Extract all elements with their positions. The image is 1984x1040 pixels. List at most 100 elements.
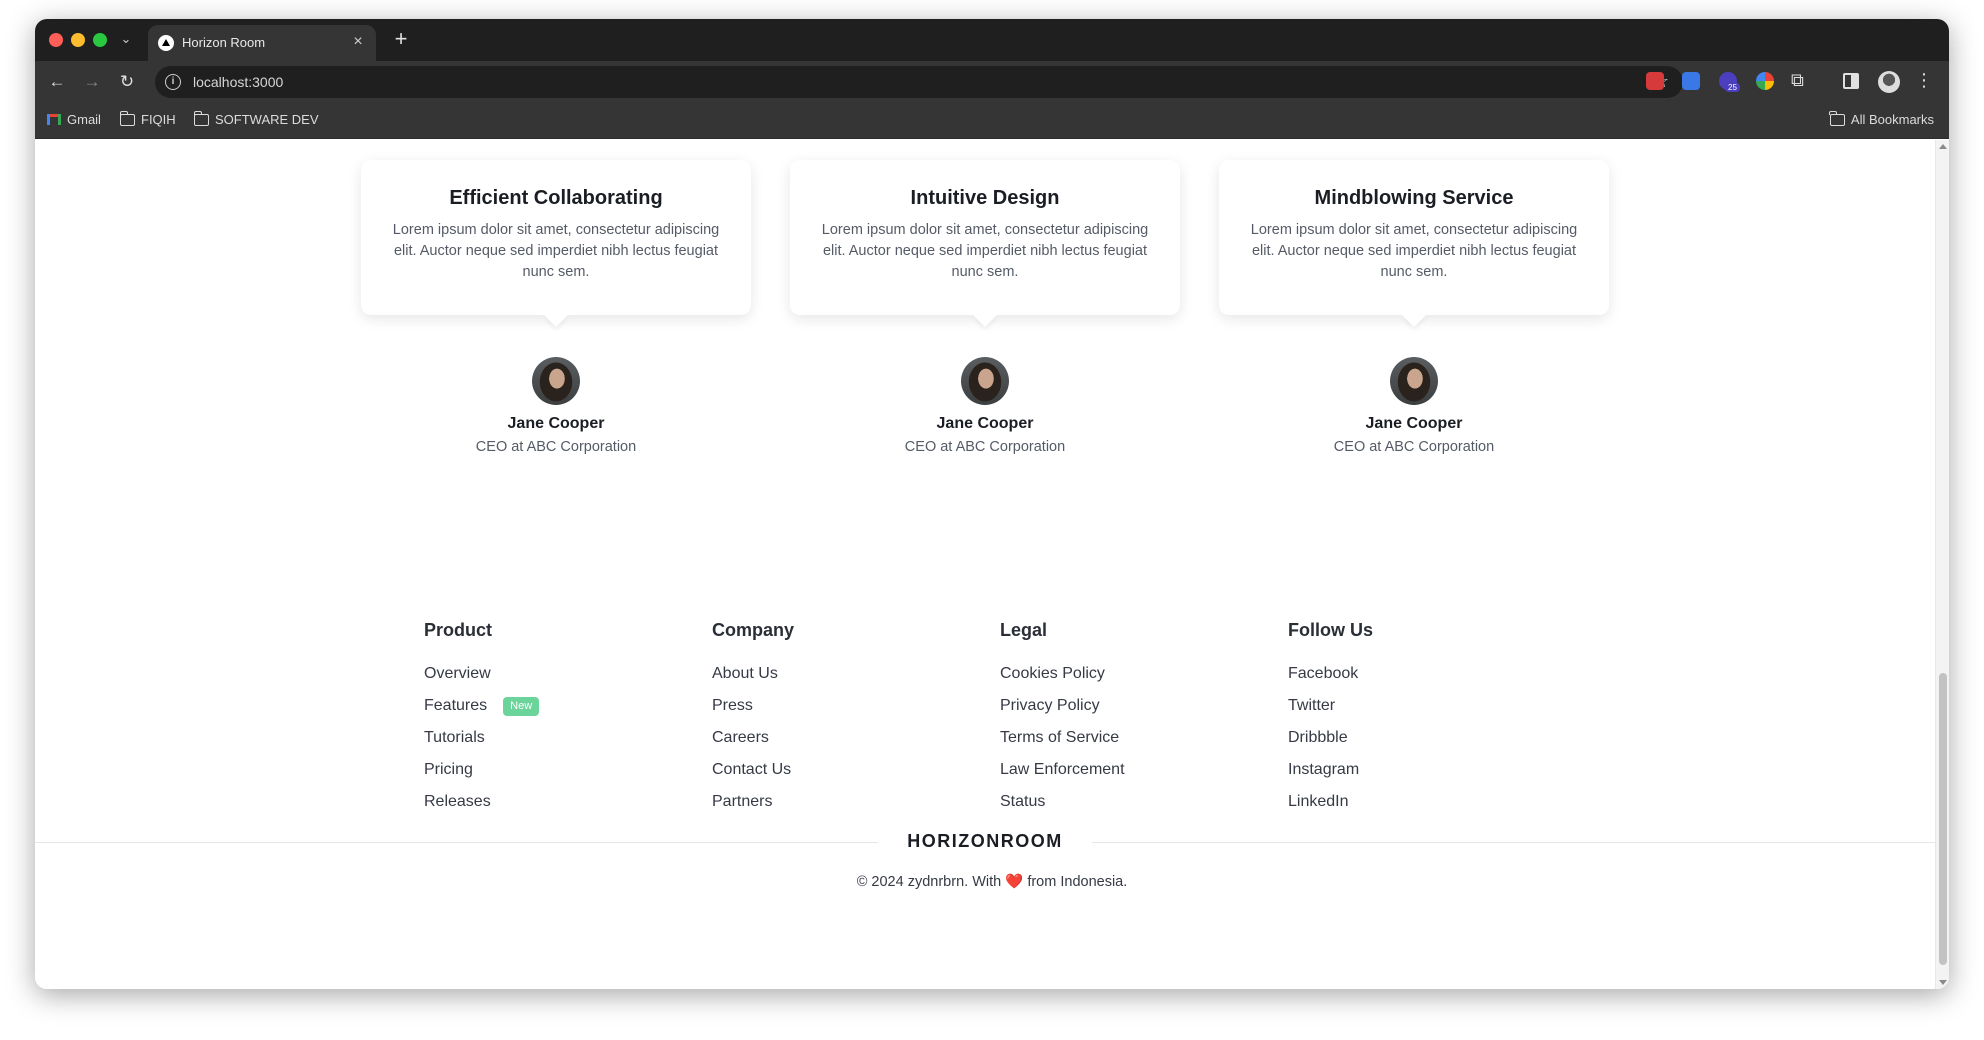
footer-brand-logo[interactable]: HORIZONROOM xyxy=(878,831,1092,852)
translate-extension-icon[interactable] xyxy=(1682,72,1700,90)
profile-avatar-icon[interactable] xyxy=(1878,71,1900,93)
footer-link-facebook[interactable]: Facebook xyxy=(1288,658,1373,690)
link-label[interactable]: Careers xyxy=(712,729,769,747)
tab-search-chevron-icon[interactable]: ⌄ xyxy=(115,28,137,50)
link-label[interactable]: Twitter xyxy=(1288,697,1335,715)
page-scrollbar[interactable] xyxy=(1935,140,1949,989)
browser-menu-icon[interactable]: ⋮ xyxy=(1915,70,1933,91)
footer-column-legal: Legal Cookies Policy Privacy Policy Term… xyxy=(1000,620,1125,818)
link-label[interactable]: Releases xyxy=(424,793,491,811)
tab-active[interactable]: Horizon Room × xyxy=(148,25,376,61)
link-label[interactable]: Dribbble xyxy=(1288,729,1348,747)
bookmark-gmail[interactable]: Gmail xyxy=(47,112,101,127)
testimonial-author: Jane Cooper CEO at ABC Corporation xyxy=(361,357,751,455)
link-label[interactable]: Features xyxy=(424,697,487,715)
color-extension-icon[interactable] xyxy=(1756,72,1774,90)
link-label[interactable]: Privacy Policy xyxy=(1000,697,1100,715)
back-arrow-icon[interactable]: ← xyxy=(45,70,69,94)
minimize-window-button[interactable] xyxy=(71,33,85,47)
maximize-window-button[interactable] xyxy=(93,33,107,47)
testimonial-text: Lorem ipsum dolor sit amet, consectetur … xyxy=(1250,222,1578,280)
link-label[interactable]: About Us xyxy=(712,665,778,683)
link-label[interactable]: Contact Us xyxy=(712,761,791,779)
extension-red-icon[interactable] xyxy=(1646,72,1664,90)
extension-badge: 25 xyxy=(1725,83,1740,92)
footer-link-linkedin[interactable]: LinkedIn xyxy=(1288,786,1373,818)
footer-link-overview[interactable]: Overview xyxy=(424,658,539,690)
link-label[interactable]: Terms of Service xyxy=(1000,729,1119,747)
footer-link-partners[interactable]: Partners xyxy=(712,786,794,818)
footer-column-title: Company xyxy=(712,620,795,640)
author-name: Jane Cooper xyxy=(936,415,1034,432)
folder-icon xyxy=(1829,110,1845,126)
footer-link-careers[interactable]: Careers xyxy=(712,722,794,754)
footer-column-title: Product xyxy=(424,620,493,640)
bookmark-folder-software-dev[interactable]: SOFTWARE DEV xyxy=(193,110,319,127)
link-label[interactable]: Tutorials xyxy=(424,729,485,747)
footer-link-twitter[interactable]: Twitter xyxy=(1288,690,1373,722)
reload-icon[interactable]: ↻ xyxy=(115,70,139,94)
extensions-puzzle-icon[interactable]: ⧉ xyxy=(1791,70,1804,91)
tab-close-icon[interactable]: × xyxy=(348,32,368,52)
new-tab-button[interactable]: + xyxy=(389,28,413,52)
footer-column-title: Legal xyxy=(1000,620,1048,640)
testimonial-card: Efficient Collaborating Lorem ipsum dolo… xyxy=(361,160,751,315)
author-role: CEO at ABC Corporation xyxy=(475,439,637,455)
close-window-button[interactable] xyxy=(49,33,63,47)
footer-link-law-enforcement[interactable]: Law Enforcement xyxy=(1000,754,1125,786)
folder-icon xyxy=(119,110,135,126)
scroll-up-arrow-icon[interactable] xyxy=(1939,144,1947,149)
avatar xyxy=(961,357,1009,405)
copyright-suffix: from Indonesia. xyxy=(1027,874,1128,890)
link-label[interactable]: LinkedIn xyxy=(1288,793,1349,811)
link-label[interactable]: Status xyxy=(1000,793,1045,811)
tab-strip: ⌄ Horizon Room × + xyxy=(35,19,1949,61)
side-panel-icon[interactable] xyxy=(1843,73,1859,89)
link-label[interactable]: Instagram xyxy=(1288,761,1359,779)
footer-link-tutorials[interactable]: Tutorials xyxy=(424,722,539,754)
testimonial-author: Jane Cooper CEO at ABC Corporation xyxy=(790,357,1180,455)
footer-link-cookies-policy[interactable]: Cookies Policy xyxy=(1000,658,1125,690)
link-label[interactable]: Pricing xyxy=(424,761,473,779)
scrollbar-thumb[interactable] xyxy=(1939,673,1947,965)
testimonial-text: Lorem ipsum dolor sit amet, consectetur … xyxy=(821,222,1149,280)
tab-title: Horizon Room xyxy=(182,35,266,50)
footer-link-dribbble[interactable]: Dribbble xyxy=(1288,722,1373,754)
testimonial-text: Lorem ipsum dolor sit amet, consectetur … xyxy=(392,222,720,280)
url-text[interactable]: localhost:3000 xyxy=(193,74,283,90)
forward-arrow-icon[interactable]: → xyxy=(80,70,104,94)
bookmark-label: FIQIH xyxy=(141,112,176,127)
footer-column-product: Product Overview Features New Tutorials P… xyxy=(424,620,540,818)
gmail-icon xyxy=(47,114,61,125)
address-bar[interactable]: i localhost:3000 ☆ xyxy=(155,66,1683,98)
bookmark-folder-fiqih[interactable]: FIQIH xyxy=(119,110,176,127)
footer-link-features[interactable]: Features New xyxy=(424,690,540,722)
link-label[interactable]: Cookies Policy xyxy=(1000,665,1105,683)
footer-link-pricing[interactable]: Pricing xyxy=(424,754,539,786)
link-label[interactable]: Law Enforcement xyxy=(1000,761,1125,779)
author-name: Jane Cooper xyxy=(1365,415,1463,432)
footer-column-company: Company About Us Press Careers Contact U… xyxy=(712,620,794,818)
footer-link-press[interactable]: Press xyxy=(712,690,794,722)
author-name: Jane Cooper xyxy=(507,415,605,432)
avatar xyxy=(1390,357,1438,405)
footer-link-about-us[interactable]: About Us xyxy=(712,658,794,690)
link-label[interactable]: Partners xyxy=(712,793,772,811)
footer-link-contact-us[interactable]: Contact Us xyxy=(712,754,794,786)
footer-link-terms-of-service[interactable]: Terms of Service xyxy=(1000,722,1125,754)
site-info-icon[interactable]: i xyxy=(165,74,181,90)
browser-toolbar: ← → ↻ i localhost:3000 ☆ 25 ⧉ ⋮ xyxy=(35,61,1949,103)
footer-link-status[interactable]: Status xyxy=(1000,786,1125,818)
link-label[interactable]: Facebook xyxy=(1288,665,1358,683)
footer-link-releases[interactable]: Releases xyxy=(424,786,539,818)
footer-link-privacy-policy[interactable]: Privacy Policy xyxy=(1000,690,1125,722)
footer-link-instagram[interactable]: Instagram xyxy=(1288,754,1373,786)
browser-window: ⌄ Horizon Room × + ← → ↻ i localhost:300… xyxy=(35,19,1949,989)
testimonial-title: Mindblowing Service xyxy=(1314,187,1514,209)
all-bookmarks-button[interactable]: All Bookmarks xyxy=(1829,110,1934,127)
scroll-down-arrow-icon[interactable] xyxy=(1939,980,1947,985)
link-label[interactable]: Overview xyxy=(424,665,491,683)
testimonial-title: Efficient Collaborating xyxy=(449,187,663,209)
link-label[interactable]: Press xyxy=(712,697,753,715)
testimonial-card: Mindblowing Service Lorem ipsum dolor si… xyxy=(1219,160,1609,315)
